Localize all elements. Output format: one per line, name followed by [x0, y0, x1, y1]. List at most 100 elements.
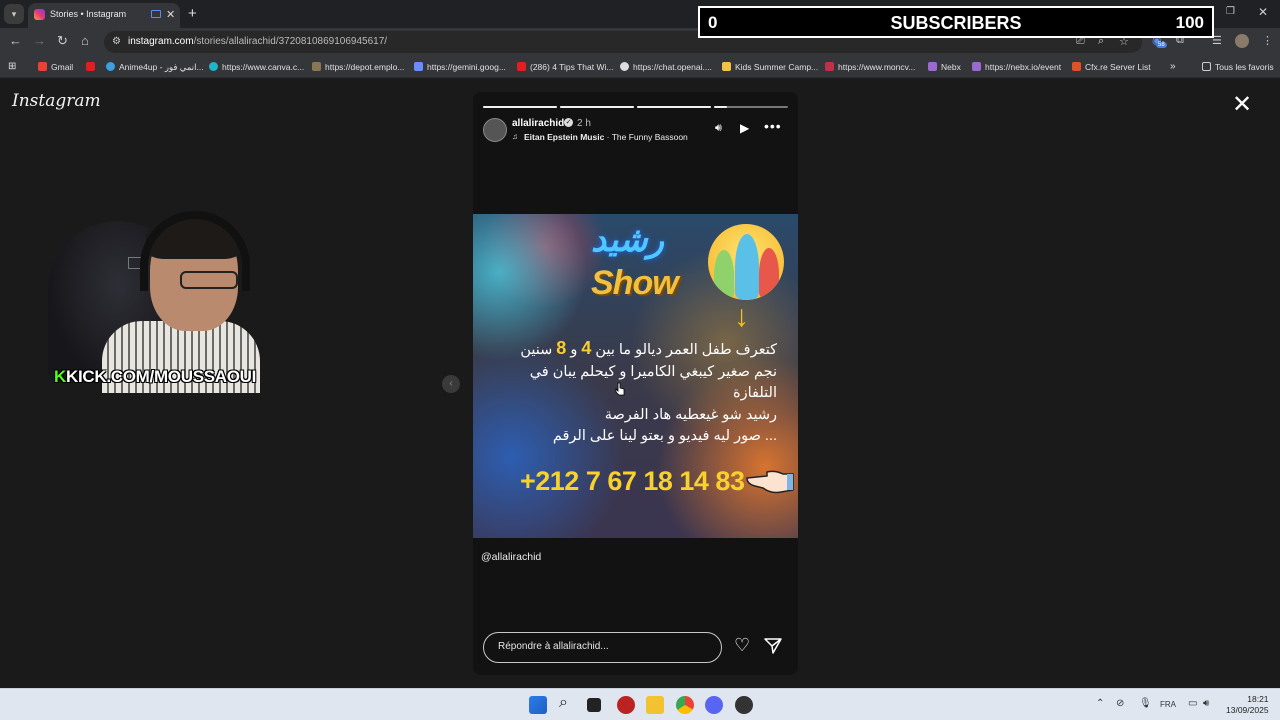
- phone-number: +212 7 67 18 14 83: [520, 466, 745, 496]
- instagram-stories-page: Instagram ✕ ‹ KKICK.COM/MOUSSAOUI allali…: [0, 79, 1280, 688]
- story-progress-bar: [637, 106, 711, 108]
- kid-figure: [714, 250, 734, 300]
- url-text[interactable]: instagram.com/stories/allalirachid/37208…: [128, 36, 387, 47]
- tab-search-icon[interactable]: ▾: [4, 4, 24, 24]
- youtube-icon: [517, 62, 526, 71]
- story-viewer[interactable]: allalirachid ✓ 2 h ♫ Eitan Epstein Music…: [473, 92, 798, 675]
- story-progress-fill: [714, 106, 728, 108]
- tab-close-icon[interactable]: ✕: [166, 8, 175, 21]
- volume-tray-icon[interactable]: 🔊︎: [1203, 698, 1209, 709]
- streamer-webcam: KKICK.COM/MOUSSAOUI: [40, 211, 280, 393]
- subscriber-goal-label: SUBSCRIBERS: [890, 13, 1022, 33]
- instagram-logo[interactable]: Instagram: [12, 91, 101, 111]
- story-time: 2 h: [577, 118, 591, 129]
- extension-badge: 58: [1156, 42, 1167, 48]
- rachid-show-logo: Show: [591, 264, 679, 302]
- play-icon[interactable]: ▶: [740, 121, 749, 135]
- windows-taskbar: ⌕ ⌃ ⊘ 🎙︎ FRA ▭ 🔊︎ 18:21 13/09/2025: [0, 688, 1280, 720]
- reload-icon[interactable]: ↻: [57, 33, 68, 49]
- network-icon[interactable]: ⊘: [1116, 698, 1124, 709]
- story-arabic-text: كتعرف طفل العمر ديالو ما بين 4 و 8 سنين …: [520, 338, 777, 444]
- task-view-icon[interactable]: [587, 698, 601, 712]
- profile-avatar[interactable]: [1235, 34, 1249, 48]
- music-icon: ♫: [512, 132, 518, 141]
- tab-title: Stories • Instagram: [50, 9, 127, 19]
- glasses: [180, 271, 238, 289]
- folder-icon: [1202, 62, 1211, 71]
- bookmark-gmail[interactable]: Gmail: [38, 60, 73, 74]
- new-tab-button[interactable]: +: [188, 5, 197, 22]
- kid-figure: [759, 248, 779, 300]
- clock[interactable]: 18:21 13/09/2025: [1226, 694, 1269, 716]
- gmail-icon: [38, 62, 47, 71]
- bookmark-nebx-event[interactable]: https://nebx.io/event: [972, 60, 1061, 74]
- bookmark-depot[interactable]: https://depot.emplo...: [312, 60, 404, 74]
- story-user-avatar[interactable]: [483, 118, 507, 142]
- story-username[interactable]: allalirachid: [512, 118, 564, 129]
- display-icon[interactable]: ▭: [1188, 698, 1197, 709]
- browser-menu-icon[interactable]: ⋮: [1262, 34, 1273, 47]
- moncv-icon: [825, 62, 834, 71]
- clock-time: 18:21: [1247, 694, 1269, 704]
- rachid-show-logo-arabic: رشيد: [591, 221, 665, 259]
- story-progress-bar: [714, 106, 788, 108]
- anime4up-icon: [106, 62, 115, 71]
- kids-camp-icon: [722, 62, 731, 71]
- discord-icon[interactable]: [705, 696, 723, 714]
- depot-icon: [312, 62, 321, 71]
- close-window-icon[interactable]: ✕: [1258, 5, 1268, 19]
- bookmark-youtube[interactable]: [86, 60, 99, 74]
- search-icon[interactable]: ⌕: [559, 694, 568, 712]
- send-icon[interactable]: [764, 637, 782, 655]
- kids-illustration: [708, 224, 784, 300]
- canva-icon: [209, 62, 218, 71]
- more-bookmarks-icon[interactable]: »: [1170, 60, 1176, 74]
- gemini-icon: [414, 62, 423, 71]
- bookmark-canva[interactable]: https://www.canva.c...: [209, 60, 304, 74]
- instagram-favicon-icon: [34, 9, 45, 20]
- volume-icon[interactable]: 🔊︎: [715, 122, 722, 135]
- bookmark-kids-camp[interactable]: Kids Summer Camp...: [722, 60, 818, 74]
- media-playing-icon[interactable]: [151, 10, 161, 18]
- bookmark-moncv[interactable]: https://www.moncv...: [825, 60, 915, 74]
- bookmark-nebx[interactable]: Nebx: [928, 60, 961, 74]
- back-icon[interactable]: ←: [9, 33, 22, 48]
- previous-story-icon[interactable]: ‹: [442, 375, 460, 393]
- more-options-icon[interactable]: •••: [764, 118, 782, 134]
- app-red-icon[interactable]: [617, 696, 635, 714]
- story-music[interactable]: Eitan Epstein Music · The Funny Bassoon: [524, 132, 688, 142]
- clock-date: 13/09/2025: [1226, 705, 1269, 715]
- input-language[interactable]: FRA: [1160, 700, 1176, 709]
- tab-instagram-stories[interactable]: Stories • Instagram ✕: [28, 3, 180, 28]
- story-progress-fill: [637, 106, 711, 108]
- like-heart-icon[interactable]: ♡: [734, 635, 750, 655]
- home-icon[interactable]: ⌂: [81, 33, 89, 48]
- bookmark-cfx[interactable]: Cfx.re Server List: [1072, 60, 1151, 74]
- restore-window-icon[interactable]: ❐: [1226, 6, 1235, 17]
- story-mention[interactable]: @allalirachid: [481, 551, 541, 563]
- windows-start-icon[interactable]: [529, 696, 547, 714]
- forward-icon[interactable]: →: [33, 33, 46, 48]
- kick-channel-label: KKICK.COM/MOUSSAOUI: [54, 367, 257, 386]
- bookmark-gemini[interactable]: https://gemini.goog...: [414, 60, 506, 74]
- file-explorer-icon[interactable]: [646, 696, 664, 714]
- obs-icon[interactable]: [735, 696, 753, 714]
- all-bookmarks-folder[interactable]: Tous les favoris: [1202, 60, 1274, 74]
- bookmark-youtube-video[interactable]: (286) 4 Tips That Wi...: [517, 60, 613, 74]
- close-stories-icon[interactable]: ✕: [1232, 93, 1252, 117]
- apps-grid-icon[interactable]: ⊞: [8, 60, 16, 74]
- bookmark-chatgpt[interactable]: https://chat.openai....: [620, 60, 712, 74]
- reply-box[interactable]: [483, 632, 722, 663]
- chrome-icon[interactable]: [676, 696, 694, 714]
- bookmark-anime4up[interactable]: Anime4up - انمي فور...: [106, 60, 204, 74]
- show-hidden-icons[interactable]: ⌃: [1096, 698, 1104, 709]
- story-progress-fill: [560, 106, 634, 108]
- arrow-down-icon: ↓: [734, 300, 749, 333]
- cfx-icon: [1072, 62, 1081, 71]
- pointing-hand-icon: [746, 470, 794, 494]
- nebx-icon: [928, 62, 937, 71]
- site-info-icon[interactable]: ⚙: [112, 36, 121, 47]
- reply-input[interactable]: [498, 641, 708, 652]
- story-image[interactable]: رشيد Show ↓ كتعرف طفل العمر ديالو ما بين…: [473, 214, 798, 538]
- microphone-icon[interactable]: 🎙︎: [1139, 698, 1152, 709]
